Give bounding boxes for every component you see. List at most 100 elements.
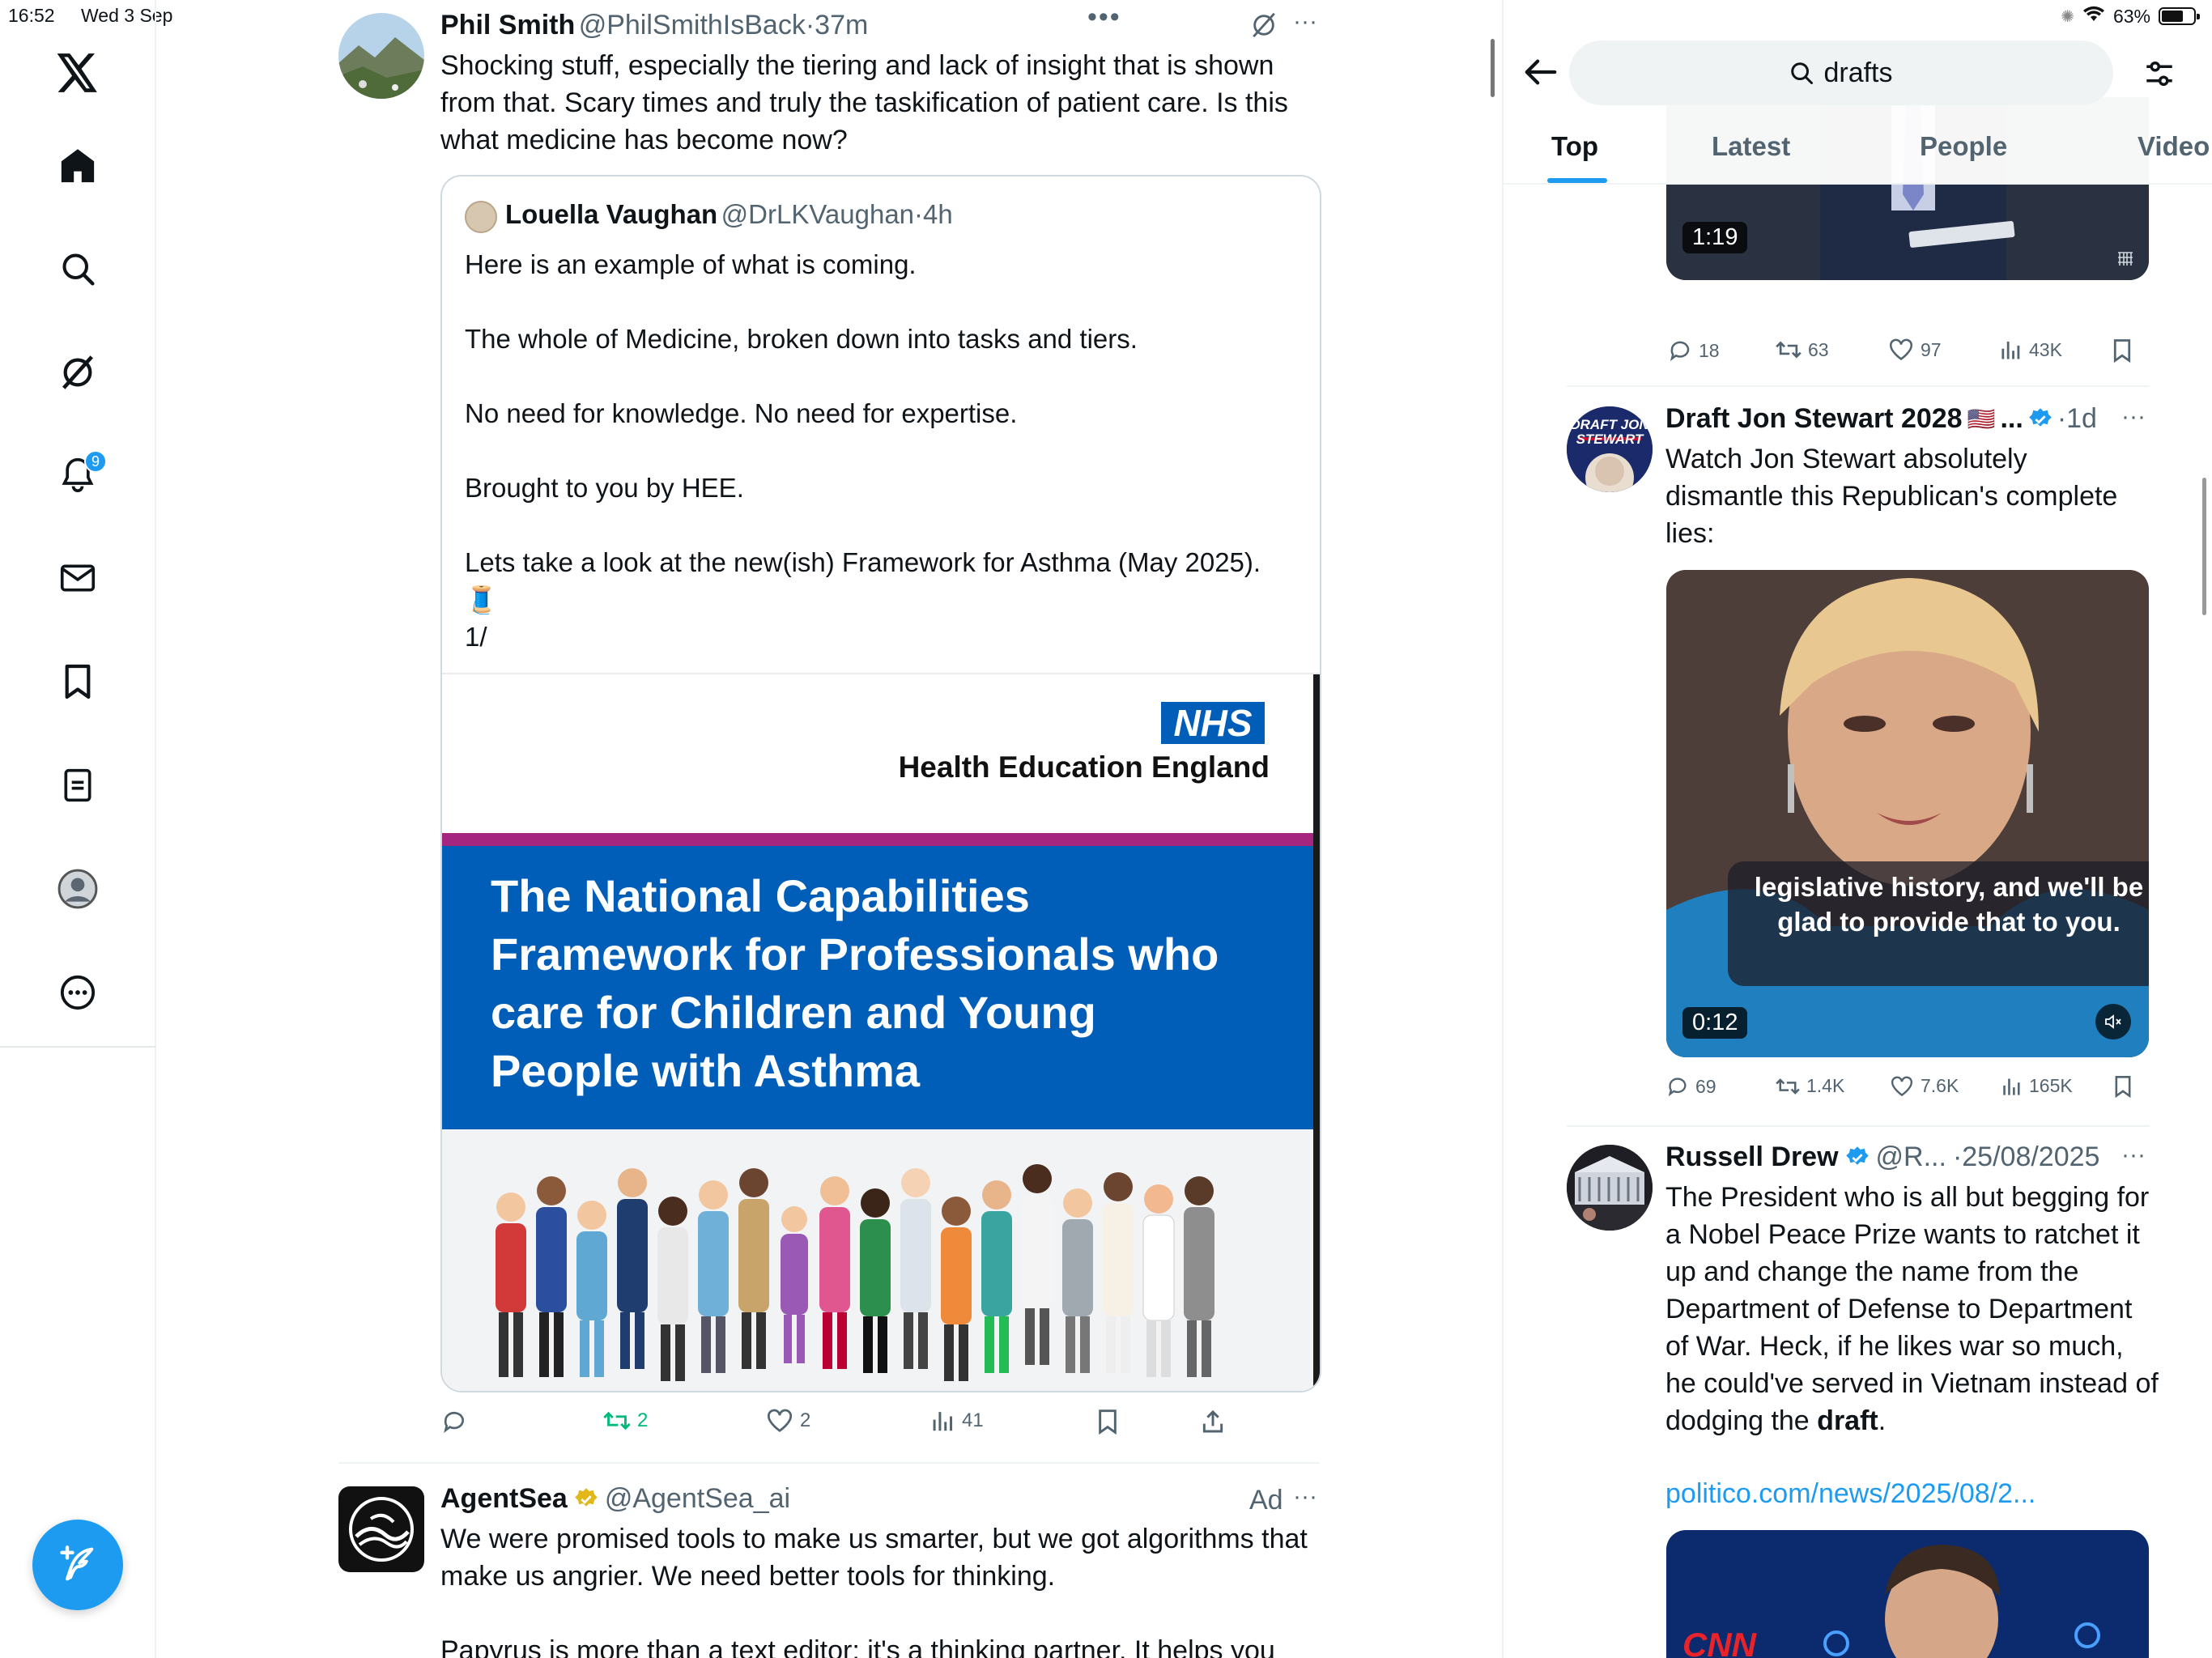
result-author-handle[interactable]: @R... [1876, 1141, 1946, 1173]
like-button[interactable]: 2 [766, 1409, 810, 1433]
repost-button[interactable]: 63 [1776, 338, 1829, 361]
reply-button[interactable]: 18 [1668, 338, 1720, 363]
more-options-icon[interactable]: ··· [2121, 403, 2146, 431]
thread-emoji: 🧵 [465, 585, 499, 614]
feed-scrollbar[interactable] [1491, 39, 1495, 97]
result-avatar[interactable] [1567, 1145, 1653, 1231]
share-icon [1202, 1409, 1223, 1433]
search-icon[interactable] [49, 240, 107, 298]
gold-verified-icon [575, 1487, 598, 1507]
result-author-name[interactable]: Russell Drew [1665, 1141, 1839, 1173]
repost-count: 2 [637, 1409, 649, 1431]
mute-button[interactable] [2095, 1004, 2131, 1039]
reply-icon [1670, 341, 1690, 362]
name-ellipsis: ... [2000, 403, 2023, 434]
home-icon[interactable] [49, 136, 107, 194]
more-options-icon[interactable]: ··· [1293, 1483, 1317, 1511]
repost-button[interactable]: 2 [603, 1409, 648, 1433]
result-author-name[interactable]: Draft Jon Stewart 2028 [1665, 403, 1963, 435]
bookmark-button[interactable] [2112, 338, 2133, 363]
reply-button[interactable] [441, 1409, 467, 1435]
tab-people[interactable]: People [1920, 131, 2007, 162]
more-icon[interactable] [49, 963, 107, 1022]
video-duration: 1:19 [1682, 222, 1748, 253]
grok-icon[interactable] [49, 343, 107, 402]
like-count: 7.6K [1921, 1075, 1959, 1096]
profile-icon[interactable] [49, 860, 107, 918]
result-avatar[interactable]: DRAFT JON STEWART [1567, 406, 1653, 492]
video-thumbnail[interactable]: CNN [1666, 1530, 2149, 1658]
avatar[interactable] [338, 13, 424, 99]
tabs-divider [1504, 183, 2212, 185]
bookmark-icon [2115, 1076, 2131, 1098]
quote-tweet[interactable]: Louella Vaughan @DrLKVaughan·4h Here is … [440, 175, 1321, 1392]
search-filter-icon[interactable] [2142, 57, 2176, 95]
bookmarks-icon[interactable] [49, 653, 107, 711]
views-button[interactable]: 43K [2000, 338, 2062, 361]
like-button[interactable]: 7.6K [1890, 1075, 1959, 1097]
tweet-time[interactable]: ·37m [806, 10, 868, 40]
search-icon [1791, 62, 1814, 84]
result-header: Draft Jon Stewart 2028 🇺🇸 ... ·1d [1665, 403, 2097, 435]
tab-latest[interactable]: Latest [1712, 131, 1790, 162]
result-time[interactable]: ·25/08/2025 [1953, 1141, 2100, 1173]
result-text-end: . [1878, 1405, 1887, 1436]
notification-badge: 9 [84, 450, 107, 473]
result-time[interactable]: ·1d [2057, 403, 2097, 435]
more-options-icon[interactable]: ··· [1293, 8, 1317, 36]
result-text-body: The President who is all but begging for… [1665, 1182, 2159, 1436]
nav-separator [0, 1046, 156, 1048]
article-link[interactable]: politico.com/news/2025/08/2... [1665, 1478, 2035, 1510]
repost-icon [1776, 1078, 1800, 1095]
lists-icon[interactable] [49, 756, 107, 814]
quote-author-handle: @DrLKVaughan [721, 199, 915, 229]
like-count: 2 [800, 1409, 811, 1431]
results-scrollbar[interactable] [2202, 478, 2206, 615]
ad-label: Ad [1249, 1485, 1283, 1516]
repost-icon [1776, 341, 1802, 359]
repost-count: 63 [1808, 338, 1829, 360]
reply-icon [1668, 1078, 1687, 1097]
result-divider [1567, 1125, 2150, 1127]
share-button[interactable] [1200, 1409, 1226, 1435]
reply-button[interactable]: 69 [1666, 1075, 1716, 1098]
tab-video[interactable]: Video [2138, 131, 2210, 162]
ad-author-name[interactable]: AgentSea [440, 1483, 568, 1515]
ad-author-handle[interactable]: @AgentSea_ai [605, 1483, 790, 1515]
tab-top[interactable]: Top [1551, 131, 1598, 162]
framework-image[interactable]: NHS Health Education England The Nationa… [442, 673, 1320, 1391]
author-handle[interactable]: @PhilSmithIsBack [579, 10, 806, 40]
x-logo-icon[interactable] [49, 44, 107, 102]
quote-author-name: Louella Vaughan [505, 199, 718, 229]
author-name[interactable]: Phil Smith [440, 10, 575, 40]
reply-count: 18 [1699, 339, 1720, 361]
status-indicators: ✺ 63% [2061, 5, 2200, 28]
repost-button[interactable]: 1.4K [1776, 1075, 1844, 1097]
search-query: drafts [1823, 57, 1893, 88]
grok-icon[interactable] [1250, 11, 1278, 43]
ad-avatar[interactable] [338, 1486, 424, 1572]
more-options-icon[interactable]: ··· [2121, 1141, 2146, 1169]
views-button[interactable]: 41 [931, 1409, 984, 1433]
views-icon [933, 1412, 953, 1431]
video-player[interactable]: legislative history, and we'll be glad t… [1666, 570, 2149, 1057]
messages-icon[interactable] [49, 549, 107, 607]
back-arrow-icon[interactable] [1522, 53, 1559, 95]
views-button[interactable]: 165K [2001, 1075, 2073, 1097]
views-icon [2003, 1078, 2020, 1095]
reply-count: 69 [1695, 1075, 1716, 1097]
like-button[interactable]: 97 [1888, 338, 1942, 361]
tweet-divider [338, 1462, 1320, 1464]
heart-icon [1891, 1076, 1912, 1096]
overflow-dots-icon[interactable]: ••• [1087, 2, 1121, 33]
quote-line: The whole of Medicine, broken down into … [465, 324, 1138, 354]
bookmark-button[interactable] [2113, 1075, 2133, 1098]
notifications-icon[interactable]: 9 [49, 445, 107, 504]
battery-icon [2159, 7, 2200, 25]
feed-border [1502, 0, 1504, 1658]
bookmark-icon [1099, 1409, 1117, 1435]
search-input[interactable]: drafts [1569, 40, 2113, 105]
compose-button[interactable] [32, 1520, 123, 1610]
bookmark-button[interactable] [1096, 1409, 1119, 1435]
portcullis-icon [2116, 249, 2135, 269]
